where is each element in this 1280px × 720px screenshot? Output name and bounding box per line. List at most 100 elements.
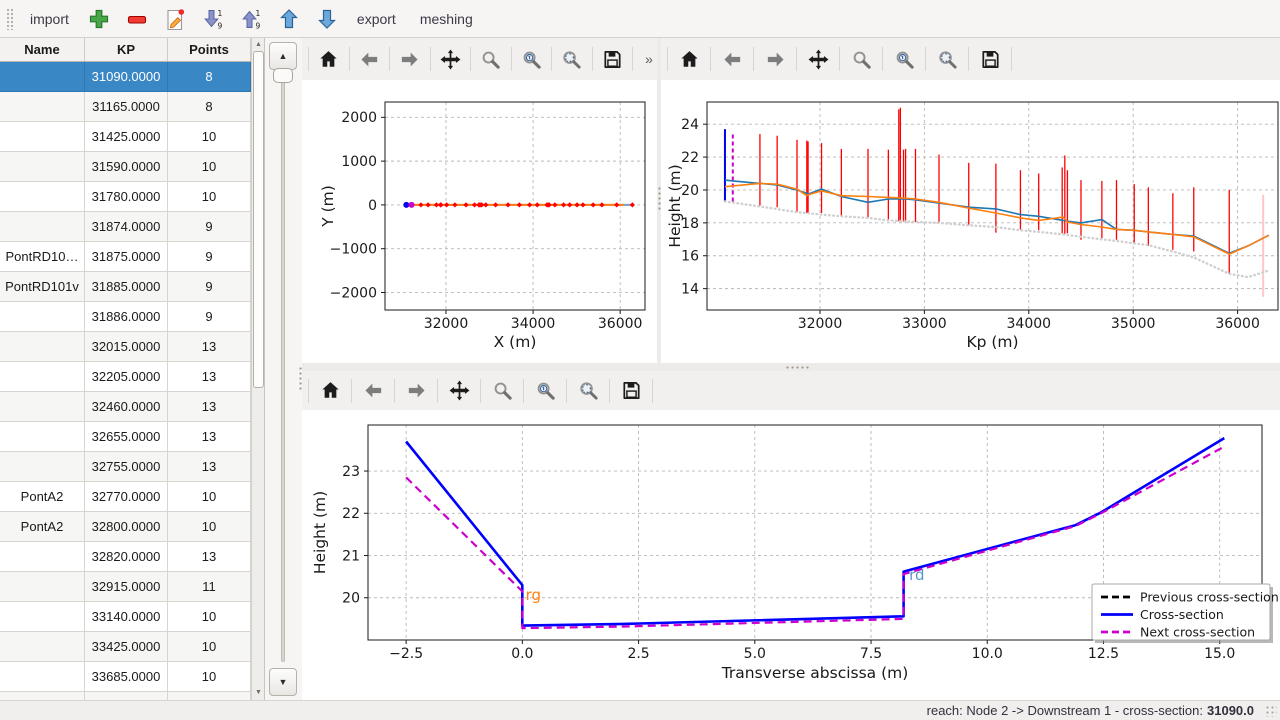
slider-track[interactable]: [281, 76, 285, 662]
gridlines: [707, 102, 1278, 310]
profile-figure[interactable]: 3200033000340003500036000141618202224Kp …: [661, 80, 1280, 363]
cross-forward-button[interactable]: [401, 376, 431, 406]
save-icon: [620, 379, 643, 402]
zoom-extents-icon: [577, 379, 600, 402]
table-row[interactable]: 33140.000010: [0, 602, 251, 632]
table-row[interactable]: PontRD101v31885.00009: [0, 272, 251, 302]
cross-home-button[interactable]: [315, 376, 345, 406]
table-cell: PontRD101v: [0, 272, 85, 302]
profile-zoom-button[interactable]: [846, 44, 876, 74]
table-row[interactable]: 31090.00008: [0, 62, 251, 92]
cross-sections-table: NameKPPoints 31090.0000831165.0000831425…: [0, 38, 265, 700]
profile-home-button[interactable]: [674, 44, 704, 74]
table-row[interactable]: 31425.000010: [0, 122, 251, 152]
svg-text:7.5: 7.5: [860, 646, 882, 662]
horizontal-splitter[interactable]: [302, 363, 1280, 371]
profile-pan-button[interactable]: [803, 44, 833, 74]
import-button[interactable]: import: [20, 5, 79, 33]
edit-button[interactable]: [159, 4, 191, 34]
cross-section-figure[interactable]: −2.50.02.55.07.510.012.515.020212223Tran…: [302, 410, 1280, 700]
column-header-name[interactable]: Name: [0, 38, 85, 61]
toolbar-separator: [511, 47, 512, 71]
table-row[interactable]: 31886.00009: [0, 302, 251, 332]
table-cell: 31090.0000: [85, 62, 168, 92]
plan-zoom-extents-button[interactable]: [558, 44, 586, 74]
svg-text:34000: 34000: [511, 316, 556, 332]
slider-handle[interactable]: [273, 68, 293, 83]
remove-button[interactable]: [121, 4, 153, 34]
table-row[interactable]: PontA232800.000010: [0, 512, 251, 542]
sort-ascending-button[interactable]: 19: [235, 4, 267, 34]
axes-frame: [385, 102, 645, 310]
toolbar-overflow-button[interactable]: »: [645, 51, 653, 67]
plan-back-button[interactable]: [355, 44, 383, 74]
table-row[interactable]: [0, 692, 251, 700]
slider-down-button[interactable]: ▼: [269, 668, 297, 696]
sort-descending-button[interactable]: 19: [197, 4, 229, 34]
table-cell: 32460.0000: [85, 392, 168, 422]
toolbar-grip[interactable]: [6, 8, 14, 30]
table-row[interactable]: 32915.000011: [0, 572, 251, 602]
table-cell: 31425.0000: [85, 122, 168, 152]
plan-home-button[interactable]: [315, 44, 343, 74]
table-cell: 32655.0000: [85, 422, 168, 452]
cross-zoom-button[interactable]: [487, 376, 517, 406]
profile-zoom-extents-button[interactable]: [932, 44, 962, 74]
add-button[interactable]: [83, 4, 115, 34]
table-row[interactable]: 31780.000010: [0, 182, 251, 212]
table-cell: 32205.0000: [85, 362, 168, 392]
profile-forward-button[interactable]: [760, 44, 790, 74]
table-row[interactable]: PontRD10…31875.00009: [0, 242, 251, 272]
profile-zoom-one-button[interactable]: [889, 44, 919, 74]
save-icon: [979, 48, 1002, 71]
table-row[interactable]: 32655.000013: [0, 422, 251, 452]
cross-zoom-one-button[interactable]: [530, 376, 560, 406]
table-row[interactable]: 32460.000013: [0, 392, 251, 422]
cross-back-button[interactable]: [358, 376, 388, 406]
cross-zoom-extents-button[interactable]: [573, 376, 603, 406]
table-row[interactable]: 33685.000010: [0, 662, 251, 692]
scrollbar-down-icon[interactable]: ▼: [252, 686, 265, 698]
plan-view-figure[interactable]: 320003400036000200010000−1000−2000X (m)Y…: [302, 80, 657, 363]
x-axis-label: X (m): [494, 333, 537, 351]
pan-icon: [439, 48, 462, 71]
scrollbar-thumb[interactable]: [253, 51, 264, 388]
home-icon: [319, 379, 342, 402]
plan-zoom-one-button[interactable]: [518, 44, 546, 74]
move-up-button[interactable]: [273, 4, 305, 34]
home-icon: [678, 48, 701, 71]
table-cell: 32755.0000: [85, 452, 168, 482]
svg-text:14: 14: [681, 282, 699, 298]
plan-zoom-button[interactable]: [477, 44, 505, 74]
scrollbar-up-icon[interactable]: ▲: [252, 38, 265, 50]
table-row[interactable]: 31165.00008: [0, 92, 251, 122]
table-body: 31090.0000831165.0000831425.00001031590.…: [0, 62, 251, 700]
plan-save-button[interactable]: [599, 44, 627, 74]
slider-up-button[interactable]: ▲: [269, 42, 297, 70]
annotation-rd: rd: [909, 566, 924, 584]
resize-grip-icon[interactable]: [1265, 705, 1277, 717]
table-row[interactable]: 32015.000013: [0, 332, 251, 362]
meshing-button[interactable]: meshing: [410, 5, 483, 33]
column-header-kp[interactable]: KP: [85, 38, 168, 61]
table-row[interactable]: 31590.000010: [0, 152, 251, 182]
zoom-icon: [491, 379, 514, 402]
table-row[interactable]: 33425.000010: [0, 632, 251, 662]
toolbar-separator: [753, 47, 754, 71]
table-row[interactable]: 32755.000013: [0, 452, 251, 482]
profile-save-button[interactable]: [975, 44, 1005, 74]
table-row[interactable]: 31874.00009: [0, 212, 251, 242]
export-button[interactable]: export: [347, 5, 406, 33]
table-row[interactable]: PontA232770.000010: [0, 482, 251, 512]
cross-save-button[interactable]: [616, 376, 646, 406]
table-row[interactable]: 32205.000013: [0, 362, 251, 392]
cross-pan-button[interactable]: [444, 376, 474, 406]
plan-forward-button[interactable]: [396, 44, 424, 74]
table-scrollbar[interactable]: ▲ ▼: [251, 38, 265, 700]
plan-pan-button[interactable]: [437, 44, 465, 74]
svg-text:−2.5: −2.5: [389, 646, 423, 662]
table-row[interactable]: 32820.000013: [0, 542, 251, 572]
move-down-button[interactable]: [311, 4, 343, 34]
column-header-points[interactable]: Points: [168, 38, 251, 61]
profile-back-button[interactable]: [717, 44, 747, 74]
